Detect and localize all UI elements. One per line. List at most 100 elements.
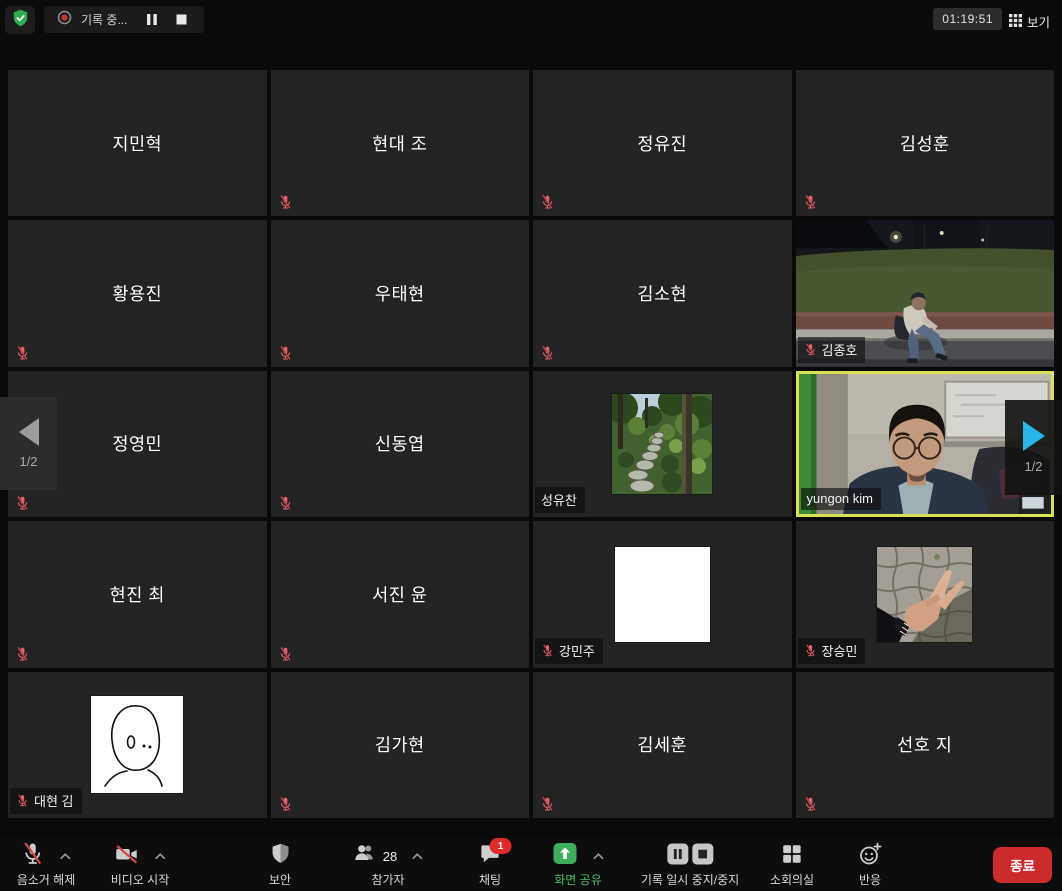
- participants-icon: [353, 842, 379, 870]
- mic-muted-icon: [278, 645, 293, 663]
- avatar-image: [615, 547, 710, 642]
- page-indicator: 1/2: [1024, 459, 1042, 474]
- avatar-image: [91, 696, 183, 793]
- participant-tile[interactable]: 현대 조: [271, 70, 530, 216]
- camera-muted-icon: [114, 842, 140, 871]
- participant-tile[interactable]: 대현 김: [8, 672, 267, 818]
- mic-muted-icon: [804, 342, 817, 357]
- mic-muted-icon: [21, 841, 45, 871]
- reactions-button[interactable]: 반응: [858, 844, 882, 888]
- stop-recording-icon[interactable]: [171, 10, 191, 30]
- participant-name-label: 성유찬: [535, 487, 585, 513]
- mic-muted-icon: [803, 193, 818, 211]
- participant-tile[interactable]: 강민주: [533, 521, 792, 667]
- participant-name: yungon kim: [807, 491, 873, 506]
- mic-muted-icon: [278, 193, 293, 211]
- pause-stop-icons: [666, 843, 713, 870]
- participant-name: 현대 조: [271, 70, 530, 216]
- chat-unread-badge: 1: [490, 838, 512, 854]
- avatar-image: [612, 394, 712, 494]
- participant-tile[interactable]: 김종호: [796, 220, 1055, 366]
- share-screen-button[interactable]: 화면 공유: [552, 844, 604, 888]
- unmute-label: 음소거 해제: [17, 871, 76, 888]
- participant-name-label: 장승민: [798, 638, 866, 664]
- top-bar: 기록 중... 01:19:51 보기: [0, 0, 1062, 40]
- mic-muted-icon: [15, 494, 30, 512]
- participant-name: 지민혁: [8, 70, 267, 216]
- participant-tile[interactable]: 선호 지: [796, 672, 1055, 818]
- reactions-label: 반응: [859, 871, 881, 888]
- participant-name: 김가현: [271, 672, 530, 818]
- breakout-rooms-button[interactable]: 소회의실: [770, 844, 814, 888]
- participant-tile[interactable]: 현진 최: [8, 521, 267, 667]
- meeting-info-shield-button[interactable]: [5, 6, 35, 34]
- participant-name: 강민주: [559, 641, 595, 660]
- chevron-up-icon[interactable]: [60, 852, 71, 860]
- participant-tile[interactable]: 김소현: [533, 220, 792, 366]
- participant-count: 28: [383, 849, 397, 864]
- next-page-button[interactable]: 1/2: [1005, 400, 1062, 495]
- participant-name: 김세훈: [533, 672, 792, 818]
- shield-icon: [270, 842, 291, 870]
- previous-page-button[interactable]: 1/2: [0, 397, 57, 490]
- mic-muted-icon: [803, 795, 818, 813]
- participant-tile[interactable]: 김성훈: [796, 70, 1055, 216]
- view-button[interactable]: 보기: [1005, 9, 1054, 34]
- participant-name: 서진 윤: [271, 521, 530, 667]
- chevron-up-icon[interactable]: [155, 852, 166, 860]
- participant-name: 김성훈: [796, 70, 1055, 216]
- recording-controls-label: 기록 일시 중지/중지: [641, 871, 739, 888]
- arrow-right-icon: [1023, 421, 1045, 451]
- participant-tile[interactable]: 신동엽: [271, 371, 530, 517]
- mic-muted-icon: [15, 645, 30, 663]
- participant-tile[interactable]: 우태현: [271, 220, 530, 366]
- start-video-label: 비디오 시작: [111, 871, 170, 888]
- shield-check-icon: [11, 8, 30, 33]
- recording-status-text: 기록 중...: [81, 11, 127, 28]
- start-video-button[interactable]: 비디오 시작: [111, 844, 170, 888]
- participant-tile[interactable]: 지민혁: [8, 70, 267, 216]
- avatar-image: [877, 547, 972, 642]
- participant-tile[interactable]: 정유진: [533, 70, 792, 216]
- mic-muted-icon: [804, 643, 817, 658]
- security-label: 보안: [269, 871, 291, 888]
- participant-name: 신동엽: [271, 371, 530, 517]
- participants-button[interactable]: 28 참가자: [353, 844, 423, 888]
- chat-button[interactable]: 1채팅: [479, 844, 502, 888]
- security-button[interactable]: 보안: [269, 844, 291, 888]
- mic-muted-icon: [16, 793, 29, 808]
- participant-tile[interactable]: 황용진: [8, 220, 267, 366]
- chevron-up-icon[interactable]: [412, 852, 423, 860]
- end-meeting-button[interactable]: 종료: [993, 847, 1052, 883]
- participant-tile[interactable]: 성유찬: [533, 371, 792, 517]
- chevron-up-icon[interactable]: [593, 852, 604, 860]
- mic-muted-icon: [540, 795, 555, 813]
- arrow-left-icon: [19, 418, 39, 446]
- participant-tile[interactable]: 서진 윤: [271, 521, 530, 667]
- zoom-meeting-window: 기록 중... 01:19:51 보기 지민혁현대 조 정유진 김성훈 황용진 …: [0, 0, 1062, 891]
- page-indicator: 1/2: [19, 454, 37, 469]
- recording-controls-button[interactable]: 기록 일시 중지/중지: [641, 844, 739, 888]
- mic-muted-icon: [540, 193, 555, 211]
- participant-name: 우태현: [271, 220, 530, 366]
- record-dot-icon: [57, 10, 72, 30]
- participant-tile[interactable]: 김세훈: [533, 672, 792, 818]
- participant-tile[interactable]: 김가현: [271, 672, 530, 818]
- participant-name: 황용진: [8, 220, 267, 366]
- share-screen-icon: [552, 842, 578, 870]
- grid-view-icon: [1009, 14, 1022, 30]
- participant-name: 장승민: [822, 641, 858, 660]
- meeting-toolbar: 종료 음소거 해제 비디오 시작 보안 28 참가자 1채팅 화면 공유 기록 일…: [0, 838, 1062, 891]
- participant-tile[interactable]: 장승민: [796, 521, 1055, 667]
- unmute-button[interactable]: 음소거 해제: [17, 844, 76, 888]
- breakout-rooms-icon: [781, 843, 803, 870]
- participant-name-label: 강민주: [535, 638, 603, 664]
- breakout-rooms-label: 소회의실: [770, 871, 814, 888]
- participant-grid: 지민혁현대 조 정유진 김성훈 황용진 우태현 김소현 김종호정영민 신동엽 성…: [8, 70, 1054, 818]
- participants-label: 참가자: [371, 871, 404, 888]
- participant-name-label: 김종호: [798, 337, 866, 363]
- pause-recording-icon[interactable]: [142, 10, 162, 30]
- view-button-label: 보기: [1027, 12, 1050, 31]
- participant-name: 대현 김: [34, 791, 74, 810]
- recording-indicator: 기록 중...: [44, 6, 204, 33]
